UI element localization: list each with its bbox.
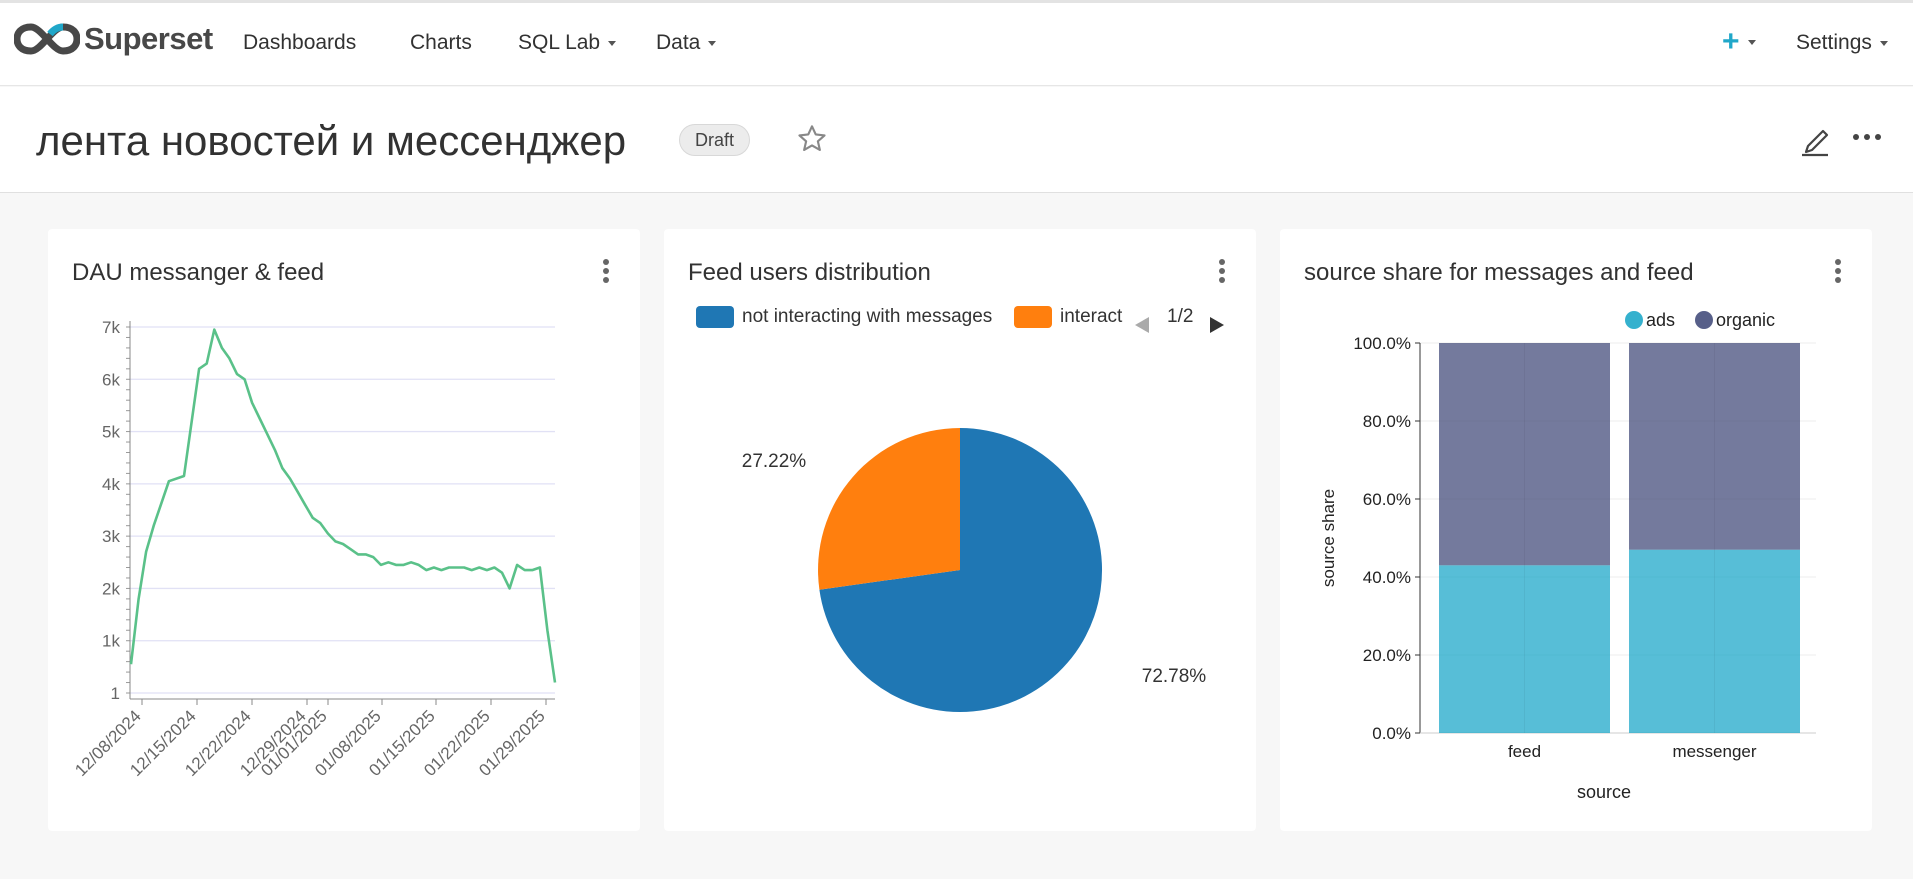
new-item-menu[interactable]: + xyxy=(1722,25,1756,59)
y-tick-label: 0.0% xyxy=(1372,724,1411,743)
chevron-down-icon xyxy=(1747,39,1756,45)
y-tick-label: 40.0% xyxy=(1363,568,1411,587)
brand-name: Superset xyxy=(84,21,213,56)
star-icon[interactable] xyxy=(796,123,828,155)
edit-icon[interactable] xyxy=(1798,121,1832,157)
legend-label: organic xyxy=(1716,310,1775,330)
nav-charts[interactable]: Charts xyxy=(410,31,472,55)
chart-card-feed-distribution: Feed users distribution not interacting … xyxy=(664,229,1256,831)
legend-prev-page-icon xyxy=(1135,317,1149,333)
chevron-down-icon xyxy=(608,40,617,46)
legend-label: not interacting with messages xyxy=(742,306,992,327)
plus-icon: + xyxy=(1722,25,1740,58)
nav-dashboards-label: Dashboards xyxy=(243,31,357,54)
y-tick-label: 3k xyxy=(102,527,120,546)
legend-page-indicator: 1/2 xyxy=(1167,306,1193,327)
chart-card-dau: DAU messanger & feed 1 1k 2k 3k 4k 5k 6k 7k 12/0… xyxy=(48,229,640,831)
legend-swatch xyxy=(1014,306,1052,328)
nav-data-label: Data xyxy=(656,31,701,54)
y-tick-label: 60.0% xyxy=(1363,490,1411,509)
dau-line-chart: 11k2k3k4k5k6k7k12/08/202412/15/202412/22… xyxy=(71,318,557,780)
y-tick-label: 7k xyxy=(102,318,120,337)
chevron-down-icon xyxy=(1879,40,1888,46)
dau-series-line xyxy=(129,328,557,683)
y-tick-label: 6k xyxy=(102,370,120,389)
dashboard-title[interactable]: лента новостей и мессенджер xyxy=(36,117,626,165)
settings-label: Settings xyxy=(1796,31,1872,54)
x-tick-label: messenger xyxy=(1672,742,1756,761)
y-tick-label: 80.0% xyxy=(1363,412,1411,431)
y-tick-label: 1 xyxy=(111,684,120,703)
infinity-logo-icon xyxy=(14,23,80,55)
top-navbar: Superset Dashboards Charts SQL Lab Data … xyxy=(0,0,1913,86)
source-share-bar-chart: 0.0% 20.0% 40.0% 60.0% 80.0% 100.0% feed messen… xyxy=(1319,310,1816,802)
more-options-icon[interactable] xyxy=(1852,132,1882,142)
x-axis-title: source xyxy=(1577,782,1631,802)
nav-sql-lab-label: SQL Lab xyxy=(518,31,601,54)
chart-card-source-share: source share for messages and feed 0.0% 2… xyxy=(1280,229,1872,831)
dashboard-header: лента новостей и мессенджер Draft xyxy=(0,87,1913,193)
y-axis-title: source share xyxy=(1319,489,1338,587)
y-tick-label: 100.0% xyxy=(1353,334,1411,353)
y-tick-label: 2k xyxy=(102,579,120,598)
legend-swatch xyxy=(696,306,734,328)
nav-charts-label: Charts xyxy=(410,31,472,54)
pie-slice xyxy=(818,428,960,590)
settings-menu[interactable]: Settings xyxy=(1796,31,1888,55)
legend-swatch xyxy=(1695,311,1713,329)
legend-label: interact xyxy=(1060,306,1123,327)
y-tick-label: 5k xyxy=(102,423,120,442)
pie-slice-label: 27.22% xyxy=(742,451,807,472)
x-tick-label: feed xyxy=(1508,742,1541,761)
nav-sql-lab[interactable]: SQL Lab xyxy=(518,31,617,55)
feed-distribution-pie-chart: not interacting with messages interact 1/2… xyxy=(696,306,1224,712)
nav-dashboards[interactable]: Dashboards xyxy=(243,31,356,55)
status-badge: Draft xyxy=(679,124,751,156)
legend-swatch xyxy=(1625,311,1643,329)
legend-label: ads xyxy=(1646,310,1675,330)
legend-next-page-icon xyxy=(1210,317,1224,333)
brand-logo[interactable]: Superset xyxy=(14,21,213,57)
y-tick-label: 4k xyxy=(102,475,120,494)
chevron-down-icon xyxy=(708,40,717,46)
nav-data[interactable]: Data xyxy=(656,31,717,55)
y-tick-label: 20.0% xyxy=(1363,646,1411,665)
y-tick-label: 1k xyxy=(102,632,120,651)
pie-slice-label: 72.78% xyxy=(1142,666,1207,687)
